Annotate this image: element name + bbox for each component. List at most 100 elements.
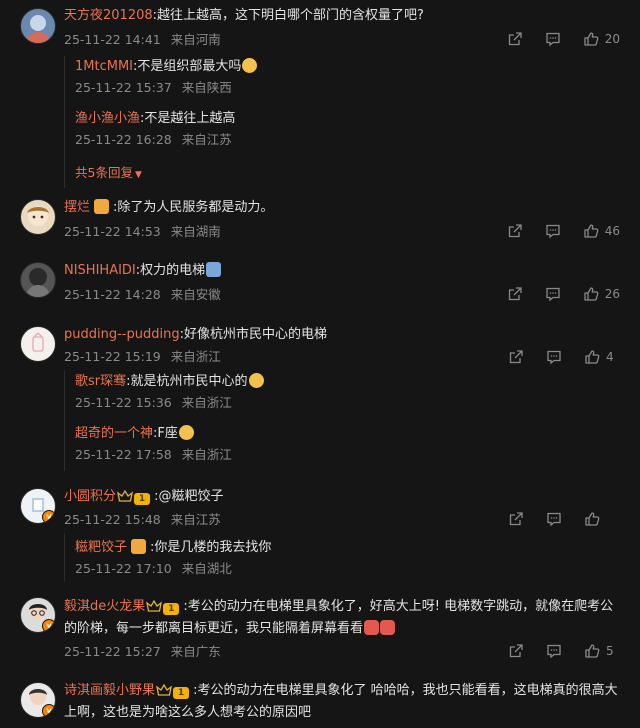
username[interactable]: 诗淇画毅小野果	[64, 683, 155, 698]
avatar[interactable]	[20, 8, 56, 44]
location: 来自陕西	[181, 80, 232, 95]
cat-emoji-icon	[178, 425, 194, 440]
like-icon[interactable]	[584, 643, 600, 659]
crown-icon	[146, 599, 162, 613]
emoji-icon	[380, 620, 396, 635]
like-icon[interactable]	[583, 31, 599, 47]
chevron-down-icon: ▼	[134, 170, 142, 180]
timestamp: 25-11-22 17:58	[75, 447, 172, 462]
avatar[interactable]	[20, 199, 56, 235]
comment-icon[interactable]	[545, 31, 561, 47]
comment-text: :除了为人民服务都是动力。	[113, 200, 274, 215]
timestamp: 25-11-22 15:27	[64, 644, 161, 659]
like-count: 46	[604, 224, 620, 238]
location: 来自浙江	[170, 349, 221, 364]
comment-icon[interactable]	[546, 349, 562, 365]
reply-text: :不是越往上越高	[140, 111, 236, 126]
verified-icon: v	[42, 510, 55, 523]
location: 来自湖南	[170, 224, 221, 239]
like-icon[interactable]	[583, 286, 599, 302]
level-badge: 1	[173, 687, 190, 699]
location: 来自湖北	[181, 561, 232, 576]
more-replies-link[interactable]: 共5条回复 ▼	[75, 162, 142, 181]
share-icon[interactable]	[508, 643, 524, 659]
location: 来自河南	[170, 32, 221, 47]
more-replies-label: 共5条回复	[75, 165, 133, 180]
reply-item: 渔小渔小渔:不是越往上越高 25-11-22 16:28 来自江苏	[75, 110, 235, 148]
timestamp: 25-11-22 15:36	[75, 395, 172, 410]
timestamp: 25-11-22 15:48	[64, 512, 161, 527]
avatar[interactable]: v	[20, 488, 56, 524]
elevator-emoji-icon	[206, 262, 222, 277]
share-icon[interactable]	[508, 511, 524, 527]
timestamp: 25-11-22 14:53	[64, 224, 161, 239]
username[interactable]: 天方夜201208	[64, 8, 153, 23]
reply-text: :你是几楼的我去找你	[150, 540, 272, 555]
username[interactable]: pudding--pudding	[64, 327, 180, 342]
share-icon[interactable]	[507, 31, 523, 47]
location: 来自浙江	[181, 395, 232, 410]
timestamp: 25-11-22 14:41	[64, 32, 161, 47]
comment-text: :好像杭州市民中心的电梯	[179, 327, 327, 342]
emoji-icon	[364, 620, 380, 635]
timestamp: 25-11-22 16:28	[75, 132, 172, 147]
avatar[interactable]	[20, 262, 56, 298]
reply-list: 糍粑饺子 :你是几楼的我去找你 25-11-22 17:10 来自湖北	[64, 533, 640, 581]
username[interactable]: 1MtcMMI	[75, 59, 133, 74]
verified-icon: v	[42, 619, 55, 632]
like-icon[interactable]	[584, 511, 600, 527]
location: 来自浙江	[181, 447, 232, 462]
like-icon[interactable]	[584, 349, 600, 365]
share-icon[interactable]	[507, 223, 523, 239]
laugh-emoji-icon	[248, 373, 264, 388]
location: 来自安徽	[170, 287, 221, 302]
reply-item: 歌sr琛骞:就是杭州市民中心的 25-11-22 15:36 来自浙江	[75, 373, 264, 411]
username[interactable]: 毅淇de火龙果	[64, 599, 145, 614]
reply-list: 歌sr琛骞:就是杭州市民中心的 25-11-22 15:36 来自浙江 超奇的一个…	[64, 371, 640, 471]
comment-icon[interactable]	[545, 223, 561, 239]
timestamp: 25-11-22 14:28	[64, 287, 161, 302]
comment-text: :越往上越高，这下明白哪个部门的含权量了吧?	[152, 8, 424, 23]
reply-text: :不是组织部最大吗	[133, 59, 242, 74]
location: 来自广东	[170, 644, 221, 659]
avatar[interactable]: v	[20, 682, 56, 718]
reply-text: :F座	[153, 426, 178, 441]
crown-badge-icon	[94, 199, 110, 214]
timestamp: 25-11-22 17:10	[75, 561, 172, 576]
reply-item: 超奇的一个神:F座 25-11-22 17:58 来自浙江	[75, 425, 232, 463]
avatar[interactable]: v	[20, 597, 56, 633]
reply-list: 1MtcMMI:不是组织部最大吗 25-11-22 15:37 来自陕西 渔小渔小…	[64, 56, 640, 188]
comment-text: :权力的电梯	[135, 263, 206, 278]
reply-item: 糍粑饺子 :你是几楼的我去找你 25-11-22 17:10 来自湖北	[75, 539, 271, 577]
reply-text: :就是杭州市民中心的	[126, 374, 248, 389]
like-icon[interactable]	[583, 223, 599, 239]
location: 来自江苏	[170, 512, 221, 527]
cat-emoji-icon	[242, 58, 258, 73]
like-count: 4	[606, 350, 614, 364]
level-badge: 1	[134, 493, 151, 505]
timestamp: 25-11-22 15:19	[64, 349, 161, 364]
crown-icon	[117, 489, 133, 503]
avatar[interactable]	[20, 326, 56, 362]
username[interactable]: 小圆积分	[64, 489, 116, 504]
like-count: 26	[604, 287, 620, 301]
level-badge: 1	[163, 603, 180, 615]
comment-icon[interactable]	[546, 511, 562, 527]
timestamp: 25-11-22 15:37	[75, 80, 172, 95]
crown-badge-icon	[131, 539, 147, 554]
comment-text: :@糍粑饺子	[154, 489, 224, 504]
location: 来自江苏	[181, 132, 232, 147]
comment-meta: 25-11-22 14:41 来自河南	[64, 32, 221, 48]
username[interactable]: 歌sr琛骞	[75, 374, 126, 389]
reply-item: 1MtcMMI:不是组织部最大吗 25-11-22 15:37 来自陕西	[75, 58, 258, 96]
username[interactable]: 超奇的一个神	[75, 426, 153, 441]
username[interactable]: 糍粑饺子	[75, 540, 127, 555]
share-icon[interactable]	[507, 286, 523, 302]
username[interactable]: 渔小渔小渔	[75, 111, 140, 126]
comment-icon[interactable]	[546, 643, 562, 659]
comment-icon[interactable]	[545, 286, 561, 302]
username[interactable]: 摆烂	[64, 200, 90, 215]
username[interactable]: NISHIHAIDI	[64, 263, 136, 278]
share-icon[interactable]	[508, 349, 524, 365]
crown-icon	[156, 683, 172, 697]
